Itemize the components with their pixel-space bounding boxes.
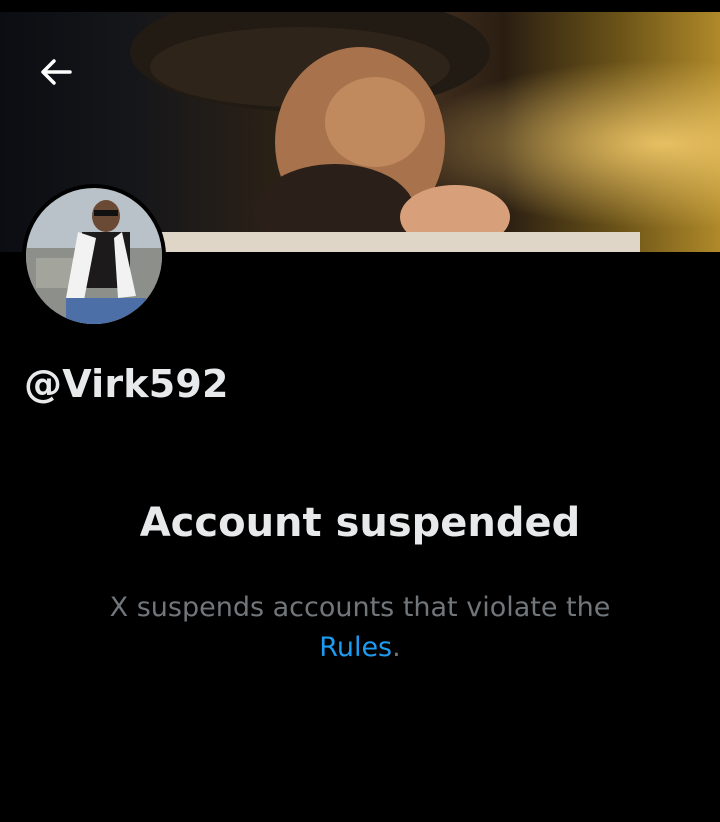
rules-link[interactable]: Rules bbox=[319, 632, 392, 663]
avatar[interactable] bbox=[22, 184, 166, 328]
suspended-message-text: X suspends accounts that violate the bbox=[109, 592, 611, 623]
back-button[interactable] bbox=[28, 44, 84, 100]
suspended-message: X suspends accounts that violate the Rul… bbox=[0, 588, 720, 668]
arrow-left-icon bbox=[41, 59, 72, 85]
profile-handle: @Virk592 bbox=[24, 362, 229, 406]
period: . bbox=[392, 632, 401, 663]
suspended-title: Account suspended bbox=[139, 500, 581, 546]
avatar-photo bbox=[26, 188, 162, 324]
